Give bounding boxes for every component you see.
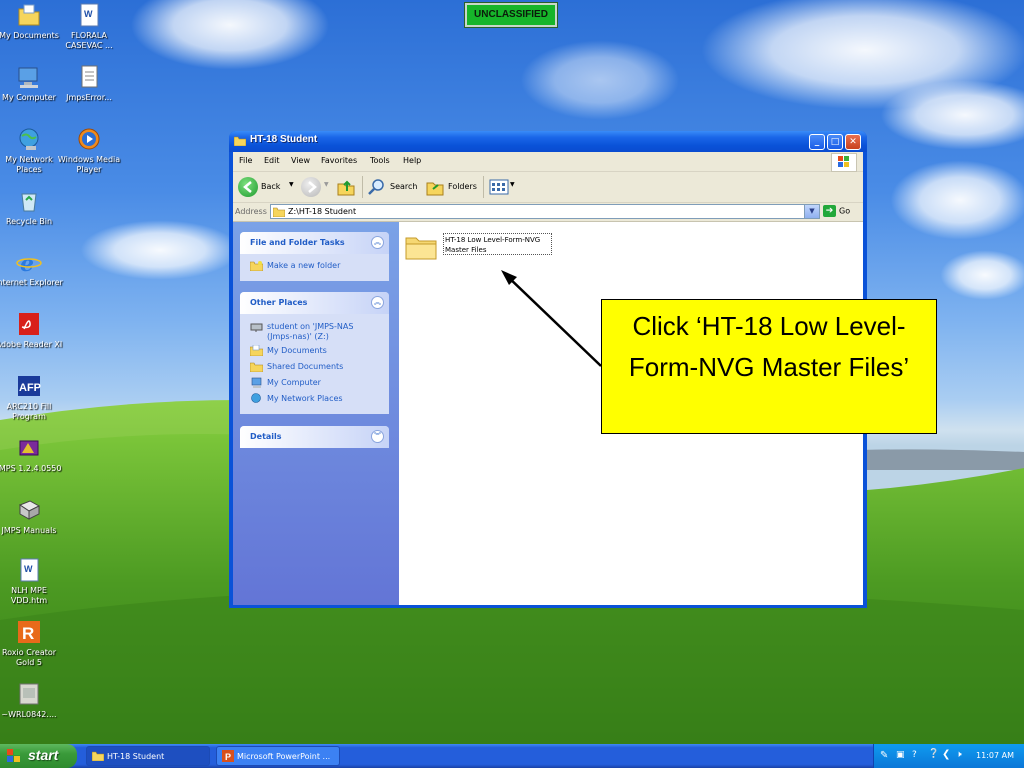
taskbar-item-label: Microsoft PowerPoint ... <box>237 752 331 761</box>
tray-volume-icon[interactable]: 🕨 <box>956 750 962 760</box>
taskbar-item-label: HT-18 Student <box>107 752 165 761</box>
svg-text:P: P <box>225 752 231 762</box>
tray-info-icon[interactable]: ❔ <box>928 749 939 759</box>
start-button[interactable]: start <box>0 744 77 768</box>
instruction-callout: Click ‘HT-18 Low Level-Form-NVG Master F… <box>601 299 937 434</box>
taskbar: start HT-18 Student P Microsoft PowerPoi… <box>0 744 1024 768</box>
powerpoint-icon: P <box>222 750 234 762</box>
tray-collapse-icon[interactable]: ❮ <box>942 749 950 760</box>
folder-icon <box>92 751 104 761</box>
tray-pen-icon[interactable]: ✎ <box>880 750 888 761</box>
taskbar-item-explorer[interactable]: HT-18 Student <box>86 746 210 766</box>
tray-help-icon[interactable]: ? <box>912 750 917 760</box>
windows-flag-icon <box>7 749 20 762</box>
clock: 11:07 AM <box>976 751 1014 760</box>
desktop: My Documents W FLORALA CASEVAC ... My Co… <box>0 0 1024 768</box>
start-label: start <box>28 747 59 763</box>
tray-monitor-icon[interactable]: ▣ <box>896 750 905 760</box>
system-tray: ✎ ▣ ? ❔ ❮ 🕨 11:07 AM <box>873 744 1024 768</box>
taskbar-item-powerpoint[interactable]: P Microsoft PowerPoint ... <box>216 746 340 766</box>
